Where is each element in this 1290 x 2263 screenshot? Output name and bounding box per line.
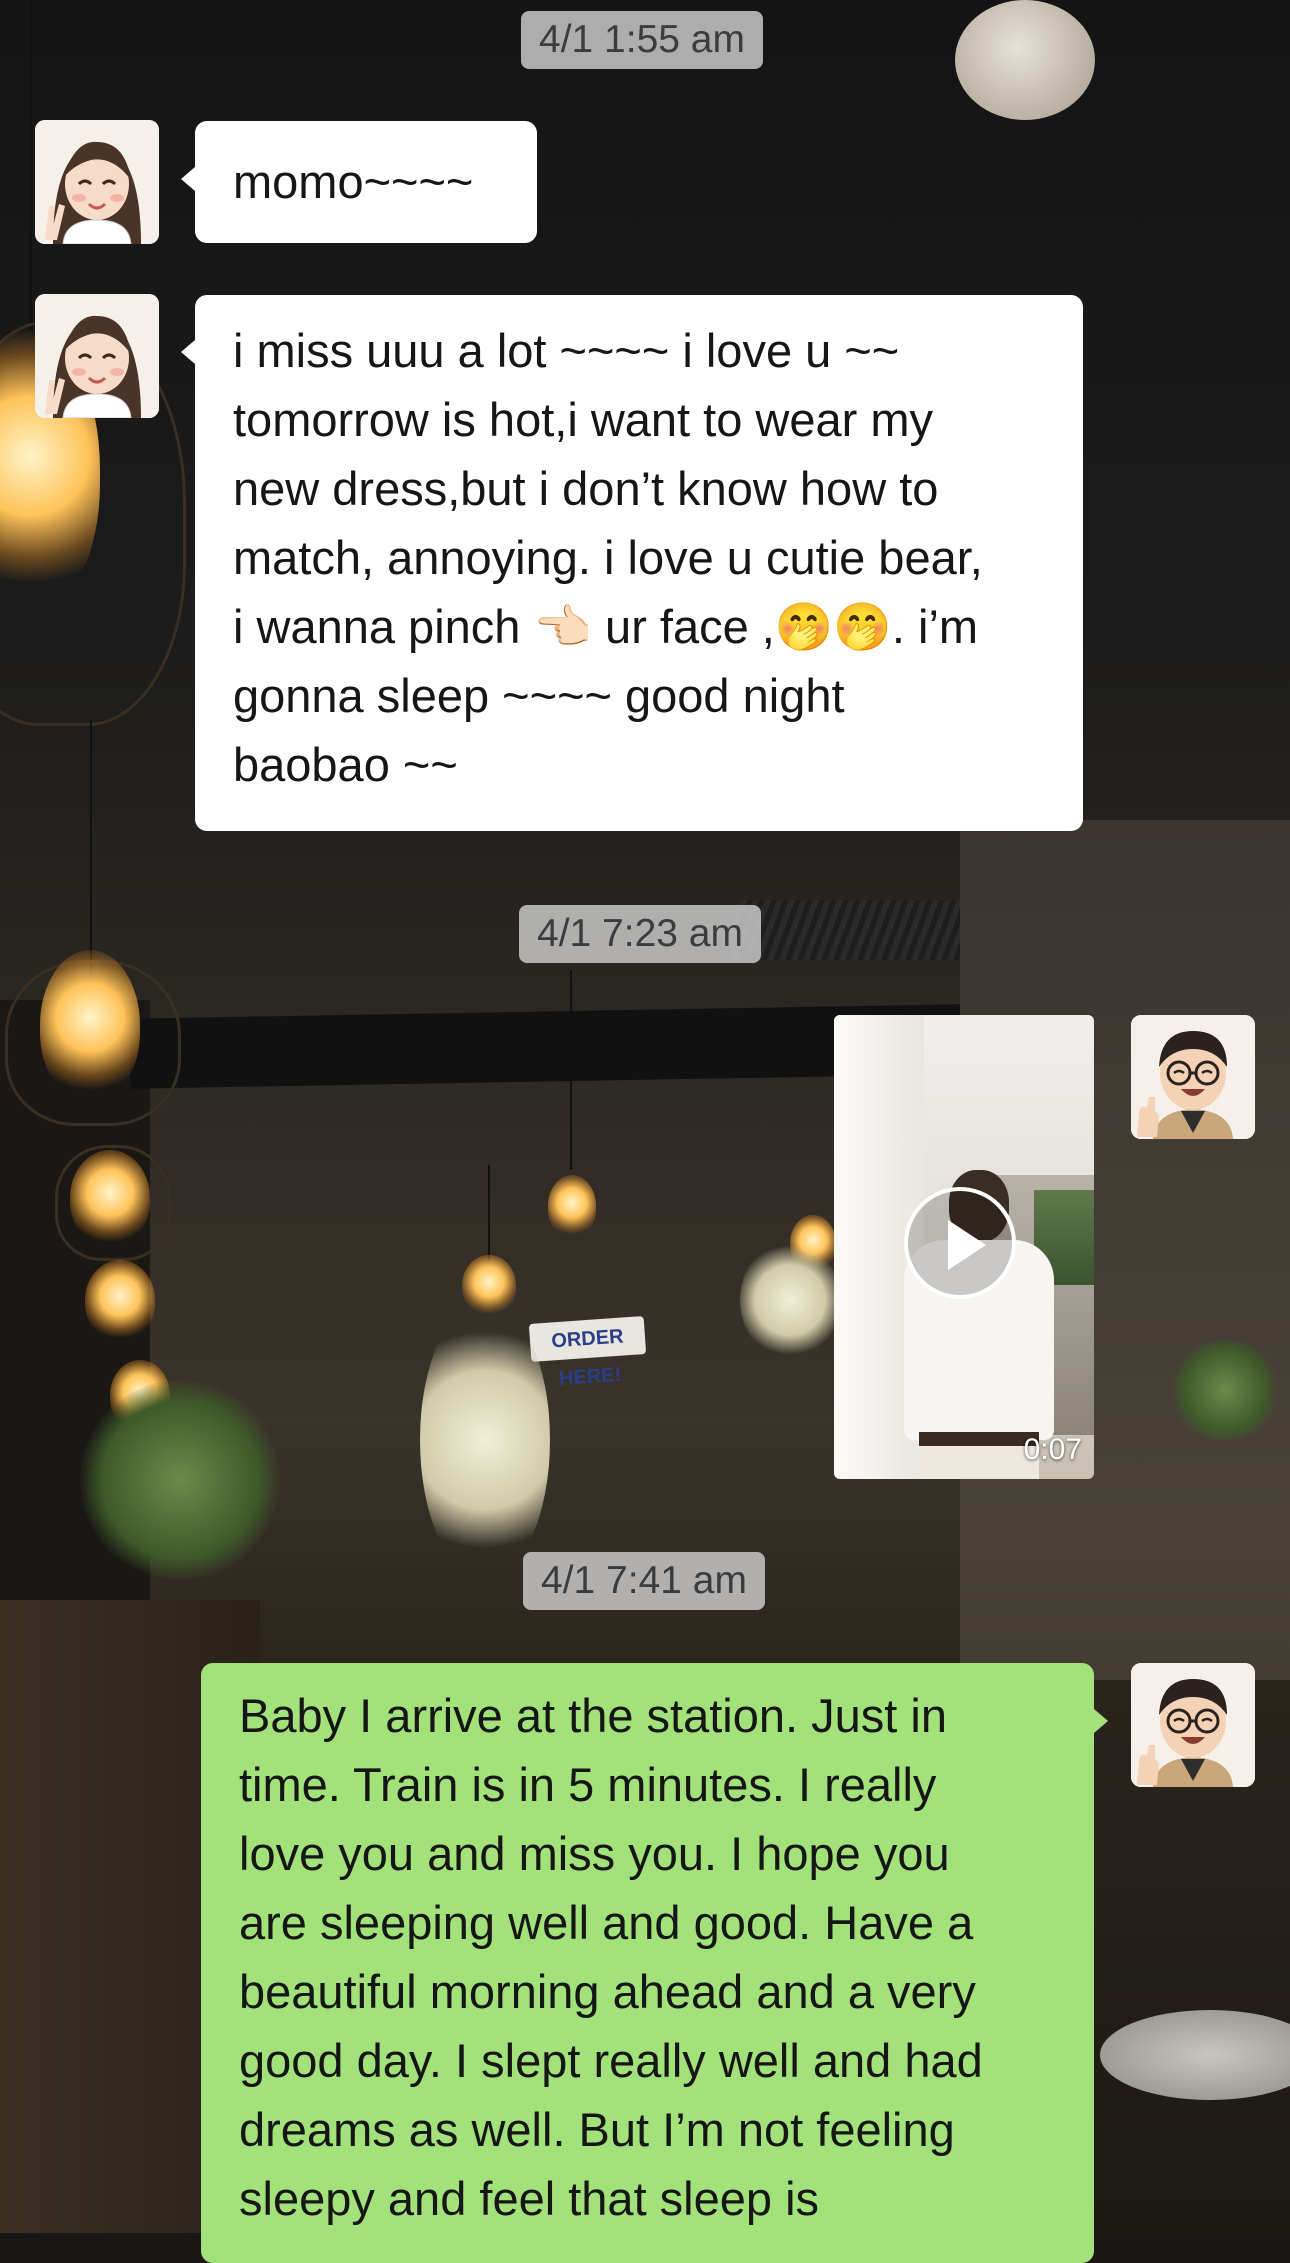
person-belt xyxy=(919,1432,1039,1446)
contact-avatar[interactable] xyxy=(35,294,159,418)
incoming-message-bubble[interactable]: momo~~~~ xyxy=(195,121,537,243)
message-line: love you and miss you. I hope you xyxy=(239,1827,950,1880)
guy-avatar-icon xyxy=(1131,1663,1255,1787)
bubble-tail xyxy=(1094,1709,1108,1733)
order-here-sign: ORDER HERE! xyxy=(528,1316,647,1390)
message-line: sleepy and feel that sleep is xyxy=(239,2172,820,2225)
lamp-wire xyxy=(570,970,572,1170)
my-avatar[interactable] xyxy=(1131,1015,1255,1139)
lamp-glow xyxy=(548,1175,596,1237)
bubble-tail xyxy=(181,167,195,191)
video-duration: 0:07 xyxy=(1023,1433,1082,1466)
play-triangle xyxy=(948,1220,986,1270)
lamp-glow xyxy=(40,950,140,1100)
message-line: good day. I slept really well and had xyxy=(239,2034,983,2087)
plant xyxy=(1170,1340,1280,1440)
flower-vase xyxy=(740,1240,840,1360)
message-line: time. Train is in 5 minutes. I really xyxy=(239,1758,937,1811)
message-line: match, annoying. i love u cutie bear, xyxy=(233,531,983,584)
message-line: i wanna pinch 👈🏻 ur face ,🤭🤭. i’m xyxy=(233,600,979,653)
message-line: gonna sleep ~~~~ good night xyxy=(233,669,845,722)
girl-avatar-icon xyxy=(35,294,159,418)
girl-avatar-icon xyxy=(35,120,159,244)
incoming-message-bubble[interactable]: i miss uuu a lot ~~~~ i love u ~~ tomorr… xyxy=(195,295,1083,831)
message-line: i miss uuu a lot ~~~~ i love u ~~ xyxy=(233,324,900,377)
message-line: new dress,but i don’t know how to xyxy=(233,462,939,515)
lamp-wire xyxy=(90,720,92,980)
video-message[interactable]: 0:07 xyxy=(834,1015,1094,1479)
lamp-wire xyxy=(30,0,32,330)
lamp-glow xyxy=(85,1260,155,1340)
message-line: are sleeping well and good. Have a xyxy=(239,1896,974,1949)
bubble-tail xyxy=(181,340,195,364)
person-pants xyxy=(919,1446,1039,1479)
lamp-glow xyxy=(70,1150,150,1245)
message-timestamp: 4/1 1:55 am xyxy=(521,11,763,69)
message-line: dreams as well. But I’m not feeling xyxy=(239,2103,955,2156)
message-timestamp: 4/1 7:23 am xyxy=(519,905,761,963)
outgoing-message-bubble[interactable]: Baby I arrive at the station. Just in ti… xyxy=(201,1663,1094,2263)
play-icon[interactable] xyxy=(904,1187,1016,1299)
lamp-wire xyxy=(488,1165,490,1260)
message-line: tomorrow is hot,i want to wear my xyxy=(233,393,933,446)
contact-avatar[interactable] xyxy=(35,120,159,244)
message-text: momo~~~~ xyxy=(233,155,474,208)
message-line: Baby I arrive at the station. Just in xyxy=(239,1689,947,1742)
message-timestamp: 4/1 7:41 am xyxy=(523,1552,765,1610)
guy-avatar-icon xyxy=(1131,1015,1255,1139)
hanging-flowers xyxy=(420,1300,550,1580)
smoke-detector xyxy=(955,0,1095,120)
message-line: beautiful morning ahead and a very xyxy=(239,1965,976,2018)
message-line: baobao ~~ xyxy=(233,738,458,791)
plant xyxy=(80,1380,280,1580)
my-avatar[interactable] xyxy=(1131,1663,1255,1787)
